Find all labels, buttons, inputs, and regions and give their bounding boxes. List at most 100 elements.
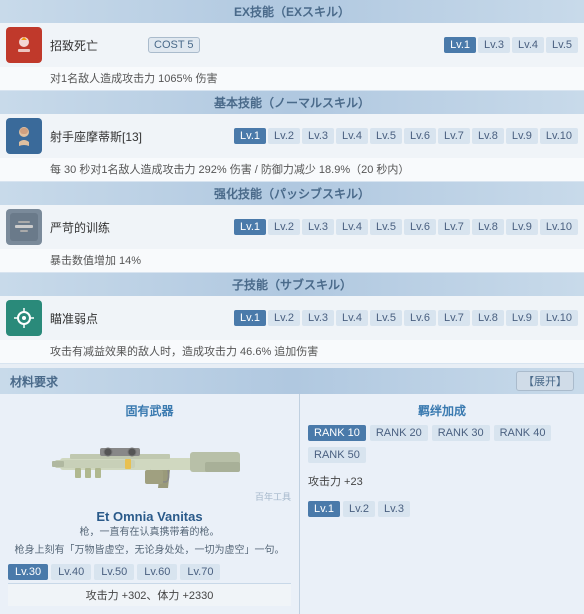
slv1[interactable]: Lv.1 — [234, 310, 266, 326]
ex-skill-desc: 对1名敌人造成攻击力 1065% 伤害 — [0, 67, 584, 91]
materials-body: 固有武器 — [0, 394, 584, 614]
passive-skill-row: 严苛的训练 Lv.1 Lv.2 Lv.3 Lv.4 Lv.5 Lv.6 Lv.7… — [0, 205, 584, 273]
plv10[interactable]: Lv.10 — [540, 219, 578, 235]
ex-skill-cost: COST 5 — [148, 37, 200, 53]
rank20[interactable]: RANK 20 — [370, 425, 428, 441]
nlv3[interactable]: Lv.3 — [302, 128, 334, 144]
nlv8[interactable]: Lv.8 — [472, 128, 504, 144]
wlv50[interactable]: Lv.50 — [94, 564, 134, 580]
sub-skill-name: 瞄准弱点 — [50, 310, 140, 327]
plv2[interactable]: Lv.2 — [268, 219, 300, 235]
ex-lv3[interactable]: Lv.3 — [478, 37, 510, 53]
nlv4[interactable]: Lv.4 — [336, 128, 368, 144]
slv10[interactable]: Lv.10 — [540, 310, 578, 326]
slv4[interactable]: Lv.4 — [336, 310, 368, 326]
normal-skill-row: 射手座摩蒂斯[13] Lv.1 Lv.2 Lv.3 Lv.4 Lv.5 Lv.6… — [0, 114, 584, 182]
ex-skill-icon — [6, 27, 42, 63]
nlv7[interactable]: Lv.7 — [438, 128, 470, 144]
slv8[interactable]: Lv.8 — [472, 310, 504, 326]
nlv2[interactable]: Lv.2 — [268, 128, 300, 144]
slv6[interactable]: Lv.6 — [404, 310, 436, 326]
normal-skill-name: 射手座摩蒂斯[13] — [50, 128, 142, 145]
materials-header: 材料要求 【展开】 — [0, 368, 584, 394]
sub-skill-levels: Lv.1 Lv.2 Lv.3 Lv.4 Lv.5 Lv.6 Lv.7 Lv.8 … — [234, 310, 578, 326]
weapon-panel-header: 固有武器 — [8, 402, 291, 419]
nlv1[interactable]: Lv.1 — [234, 128, 266, 144]
ex-skill-row: 招致死亡 COST 5 Lv.1 Lv.3 Lv.4 Lv.5 对1名敌人造成攻… — [0, 23, 584, 91]
passive-skill-icon — [6, 209, 42, 245]
ex-skill-section: EX技能（EXスキル） 招致死亡 COST 5 Lv.1 Lv.3 Lv.4 L… — [0, 0, 584, 91]
nlv6[interactable]: Lv.6 — [404, 128, 436, 144]
nlv10[interactable]: Lv.10 — [540, 128, 578, 144]
wlv60[interactable]: Lv.60 — [137, 564, 177, 580]
sub-skill-row: 瞄准弱点 Lv.1 Lv.2 Lv.3 Lv.4 Lv.5 Lv.6 Lv.7 … — [0, 296, 584, 364]
ex-skill-name: 招致死亡 — [50, 37, 140, 54]
passive-skill-desc: 暴击数值增加 14% — [0, 249, 584, 273]
slv3[interactable]: Lv.3 — [302, 310, 334, 326]
rank50[interactable]: RANK 50 — [308, 447, 366, 463]
plv3[interactable]: Lv.3 — [302, 219, 334, 235]
bond-level-tabs: Lv.1 Lv.2 Lv.3 — [308, 501, 576, 517]
plv1[interactable]: Lv.1 — [234, 219, 266, 235]
sub-skill-section: 子技能（サブスキル） 瞄准弱点 Lv.1 Lv.2 Lv.3 Lv.4 — [0, 273, 584, 364]
blv2[interactable]: Lv.2 — [343, 501, 375, 517]
rank30[interactable]: RANK 30 — [432, 425, 490, 441]
slv7[interactable]: Lv.7 — [438, 310, 470, 326]
passive-skill-section: 强化技能（パッシブスキル） 严苛的训练 Lv.1 Lv.2 Lv.3 Lv.4 … — [0, 182, 584, 273]
plv5[interactable]: Lv.5 — [370, 219, 402, 235]
weapon-stats: 攻击力 +302、体力 +2330 — [8, 583, 291, 606]
sub-skill-header: 子技能（サブスキル） — [0, 273, 584, 296]
blv1[interactable]: Lv.1 — [308, 501, 340, 517]
plv8[interactable]: Lv.8 — [472, 219, 504, 235]
passive-skill-levels: Lv.1 Lv.2 Lv.3 Lv.4 Lv.5 Lv.6 Lv.7 Lv.8 … — [234, 219, 578, 235]
normal-skill-icon — [6, 118, 42, 154]
bond-panel-header: 羁绊加成 — [308, 402, 576, 419]
weapon-desc2: 枪身上刻有「万物皆虚空，无论身处处，一切为虚空」一句。 — [8, 544, 291, 558]
normal-skill-levels: Lv.1 Lv.2 Lv.3 Lv.4 Lv.5 Lv.6 Lv.7 Lv.8 … — [234, 128, 578, 144]
ex-skill-top: 招致死亡 COST 5 Lv.1 Lv.3 Lv.4 Lv.5 — [0, 23, 584, 67]
weapon-panel: 固有武器 — [0, 394, 300, 614]
rank-tabs: RANK 10 RANK 20 RANK 30 RANK 40 RANK 50 — [308, 425, 576, 463]
weapon-levels: Lv.30 Lv.40 Lv.50 Lv.60 Lv.70 — [8, 564, 291, 580]
plv9[interactable]: Lv.9 — [506, 219, 538, 235]
passive-skill-name: 严苛的训练 — [50, 219, 140, 236]
ex-skill-levels: Lv.1 Lv.3 Lv.4 Lv.5 — [444, 37, 578, 53]
nlv5[interactable]: Lv.5 — [370, 128, 402, 144]
normal-skill-desc: 每 30 秒对1名敌人造成攻击力 292% 伤害 / 防御力减少 18.9%（2… — [0, 158, 584, 182]
sub-skill-top: 瞄准弱点 Lv.1 Lv.2 Lv.3 Lv.4 Lv.5 Lv.6 Lv.7 … — [0, 296, 584, 340]
sub-skill-icon — [6, 300, 42, 336]
blv3[interactable]: Lv.3 — [378, 501, 410, 517]
materials-title: 材料要求 — [10, 373, 58, 390]
wlv70[interactable]: Lv.70 — [180, 564, 220, 580]
weapon-desc1: 枪，一直有在认真携带着的枪。 — [8, 526, 291, 540]
bond-stats: 攻击力 +23 — [308, 469, 576, 493]
bond-panel: 羁绊加成 RANK 10 RANK 20 RANK 30 RANK 40 RAN… — [300, 394, 584, 614]
nlv9[interactable]: Lv.9 — [506, 128, 538, 144]
plv6[interactable]: Lv.6 — [404, 219, 436, 235]
slv9[interactable]: Lv.9 — [506, 310, 538, 326]
materials-section: 材料要求 【展开】 固有武器 — [0, 368, 584, 614]
ex-skill-header: EX技能（EXスキル） — [0, 0, 584, 23]
weapon-image — [50, 430, 250, 500]
weapon-watermark: 百年工具 — [255, 490, 291, 503]
passive-skill-header: 强化技能（パッシブスキル） — [0, 182, 584, 205]
rank10[interactable]: RANK 10 — [308, 425, 366, 441]
wlv40[interactable]: Lv.40 — [51, 564, 91, 580]
wlv30[interactable]: Lv.30 — [8, 564, 48, 580]
rank40[interactable]: RANK 40 — [494, 425, 552, 441]
ex-lv4[interactable]: Lv.4 — [512, 37, 544, 53]
plv4[interactable]: Lv.4 — [336, 219, 368, 235]
sub-skill-desc: 攻击有减益效果的敌人时，造成攻击力 46.6% 追加伤害 — [0, 340, 584, 364]
ex-lv5[interactable]: Lv.5 — [546, 37, 578, 53]
weapon-image-area: 百年工具 — [8, 425, 291, 505]
slv2[interactable]: Lv.2 — [268, 310, 300, 326]
normal-skill-top: 射手座摩蒂斯[13] Lv.1 Lv.2 Lv.3 Lv.4 Lv.5 Lv.6… — [0, 114, 584, 158]
plv7[interactable]: Lv.7 — [438, 219, 470, 235]
normal-skill-section: 基本技能（ノーマルスキル） 射手座摩蒂斯[13] Lv.1 Lv.2 Lv.3 … — [0, 91, 584, 182]
ex-lv1[interactable]: Lv.1 — [444, 37, 476, 53]
slv5[interactable]: Lv.5 — [370, 310, 402, 326]
weapon-name: Et Omnia Vanitas — [8, 509, 291, 524]
passive-skill-top: 严苛的训练 Lv.1 Lv.2 Lv.3 Lv.4 Lv.5 Lv.6 Lv.7… — [0, 205, 584, 249]
unfold-button[interactable]: 【展开】 — [516, 371, 574, 391]
normal-skill-header: 基本技能（ノーマルスキル） — [0, 91, 584, 114]
